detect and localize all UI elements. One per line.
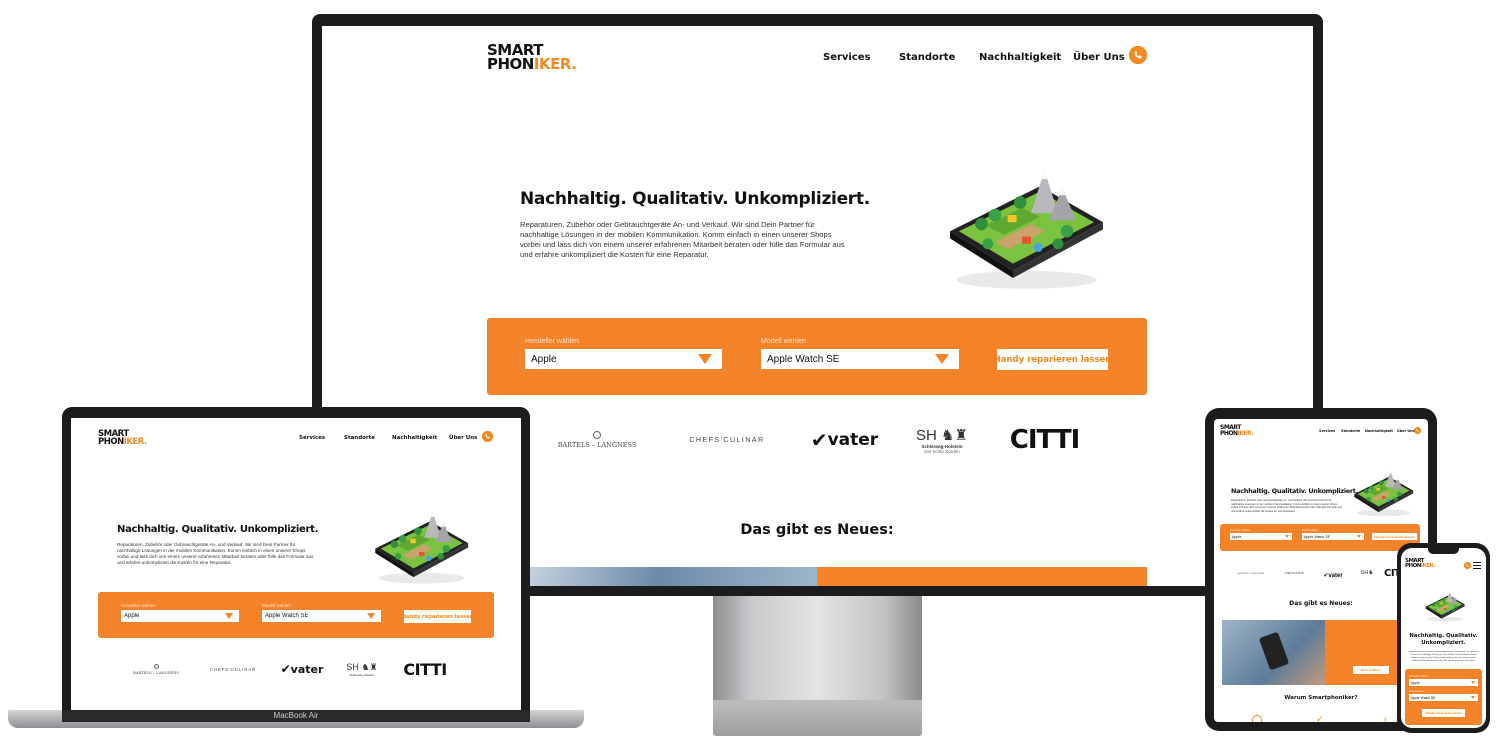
chevron-down-icon (1471, 681, 1475, 684)
news-more-button[interactable]: Mehr erfahren (1353, 666, 1389, 674)
phone-icon[interactable] (1464, 562, 1471, 569)
laptop-label: MacBook Air (273, 711, 319, 720)
why-title: Warum Smartphoniker? (1284, 695, 1358, 701)
phone-notch (1428, 548, 1459, 554)
manufacturer-select[interactable]: Apple (1230, 533, 1292, 540)
manufacturer-select[interactable]: Apple (525, 349, 722, 369)
hero-illustration (1347, 467, 1417, 519)
repair-cta-button[interactable]: Handy reparieren lassen (1422, 709, 1465, 717)
site-logo[interactable]: SMART PHONIKER. (1220, 425, 1254, 436)
hero-illustration (1421, 588, 1467, 624)
repair-form: Hersteller wählen Apple Modell wählen Ap… (1405, 669, 1482, 725)
partner-logo-chefs: CHEFS'CULINAR (689, 436, 765, 444)
nav-nachhaltigkeit[interactable]: Nachhaltigkeit (979, 52, 1073, 63)
smartphone: SMART PHONIKER. Nachhaltig. Qualitativ. … (1397, 543, 1490, 733)
phone-icon[interactable] (1414, 427, 1421, 434)
chevron-down-icon (367, 613, 375, 619)
main-nav: Services Standorte Nachhaltigkeit Über U… (823, 52, 1125, 63)
logo-line2-accent: IKER. (533, 54, 577, 73)
site-logo[interactable]: SMART PHONIKER. (1405, 558, 1435, 569)
news-card (817, 567, 1147, 586)
hero-title: Nachhaltig. Qualitativ. Unkompliziert. (1409, 633, 1478, 646)
hero-text: Reparaturen, Zubehör oder Gebrauchtgerät… (520, 220, 845, 259)
hero-illustration (932, 161, 1112, 296)
nav-standorte[interactable]: Standorte (899, 52, 979, 63)
news-image (527, 567, 817, 586)
chevron-down-icon (935, 354, 949, 364)
model-value: Apple Watch SE (767, 353, 840, 365)
hero-title: Nachhaltig. Qualitativ. Unkompliziert. (117, 524, 319, 535)
phone-icon[interactable] (1129, 46, 1147, 64)
hero-title: Nachhaltig. Qualitativ. Unkompliziert. (1231, 487, 1358, 495)
manufacturer-value: Apple (531, 353, 557, 365)
chevron-down-icon (698, 354, 712, 364)
crest-icon: ♞ (1368, 570, 1374, 576)
partner-logo-sh: SH ♞♜ Schleswig-Holstein Der echte Norde… (916, 427, 968, 454)
partner-logo-vater: ✔ vater (810, 429, 879, 452)
tablet-site: SMART PHONIKER. Services Standorte Nachh… (1214, 419, 1428, 722)
model-select[interactable]: Apple Watch SE (1409, 694, 1478, 701)
check-icon: ✔ (280, 662, 291, 676)
chevron-down-icon (1285, 535, 1289, 538)
nav-ueber-uns[interactable]: Über Uns (1073, 52, 1125, 63)
phone-site: SMART PHONIKER. Nachhaltig. Qualitativ. … (1401, 548, 1486, 728)
nav-standorte[interactable]: Standorte (344, 435, 392, 441)
partner-logos: BARTELS – LANGNESS CHEFS'CULINAR ✔ vater… (537, 416, 1097, 464)
partner-logo-bartels: BARTELS – LANGNESS (537, 431, 657, 449)
site-logo[interactable]: SMART PHONIKER. (98, 430, 147, 447)
nav-services[interactable]: Services (299, 435, 344, 441)
repair-cta-button[interactable]: Handy reparieren lassen (994, 349, 1111, 370)
news-title: Das gibt es Neues: (740, 522, 894, 538)
smiley-icon (1252, 715, 1262, 722)
hero-text: Reparaturen, Zubehör oder Gebrauchtgerät… (1408, 651, 1479, 663)
repair-cta-button[interactable]: Handy reparieren lassen (1372, 533, 1417, 540)
laptop: SMART PHONIKER. Services Standorte Nachh… (62, 407, 530, 720)
model-select[interactable]: Apple Watch SE (262, 610, 381, 622)
hero-text: Reparaturen, Zubehör oder Gebrauchtgerät… (1231, 499, 1342, 513)
phone-icon[interactable] (482, 431, 493, 442)
chevron-down-icon (1471, 696, 1475, 699)
bulb-icon: ♁ (1382, 714, 1389, 722)
thumb-icon: ✓ (1316, 714, 1324, 722)
manufacturer-label: Hersteller wählen (525, 338, 580, 345)
hero-illustration (364, 506, 474, 588)
nav-nachhaltigkeit[interactable]: Nachhaltigkeit (392, 435, 449, 441)
laptop-site: SMART PHONIKER. Services Standorte Nachh… (71, 418, 521, 711)
repair-form: Hersteller wählen Apple Modell wählen Ap… (98, 592, 494, 638)
site-logo[interactable]: SMART PHONIKER. (487, 43, 577, 73)
crest-icon: ♞♜ (361, 661, 378, 672)
repair-form: Hersteller wählen Apple Modell wählen Ap… (1220, 524, 1420, 551)
repair-cta-button[interactable]: Handy reparieren lassen (402, 610, 473, 623)
partner-logos: BARTELS – LANGNESS CHEFS'CULINAR ✔ vater… (133, 659, 447, 679)
check-icon: ✔ (810, 429, 828, 452)
nav-services[interactable]: Services (823, 52, 899, 63)
hero-text: Reparaturen, Zubehör oder Gebrauchtgerät… (117, 542, 314, 565)
nav-ueber-uns[interactable]: Über Uns (449, 435, 477, 441)
hamburger-icon[interactable] (1473, 562, 1481, 569)
logo-line2: PHON (487, 54, 534, 73)
monitor-stand (713, 596, 922, 700)
chevron-down-icon (225, 613, 233, 619)
model-label: Modell wählen (761, 338, 806, 345)
repair-form: Hersteller wählen Apple Modell wählen Ap… (487, 318, 1147, 395)
model-select[interactable]: Apple Watch SE (1302, 533, 1364, 540)
partner-logo-citti: CITTI (1009, 425, 1081, 455)
main-nav: Services Standorte Nachhaltigkeit Über U… (1319, 429, 1415, 433)
manufacturer-select[interactable]: Apple (121, 610, 239, 622)
monitor-stand-base (713, 700, 922, 736)
manufacturer-select[interactable]: Apple (1409, 679, 1478, 686)
news-phone-illustration (1258, 631, 1290, 671)
hero-title: Nachhaltig. Qualitativ. Unkompliziert. (520, 189, 870, 209)
news-image (1222, 620, 1325, 685)
news-title: Das gibt es Neues: (1289, 600, 1353, 607)
model-select[interactable]: Apple Watch SE (761, 349, 959, 369)
crest-icon: ♞♜ (941, 427, 968, 444)
main-nav: Services Standorte Nachhaltigkeit Über U… (299, 435, 477, 441)
chevron-down-icon (1357, 535, 1361, 538)
